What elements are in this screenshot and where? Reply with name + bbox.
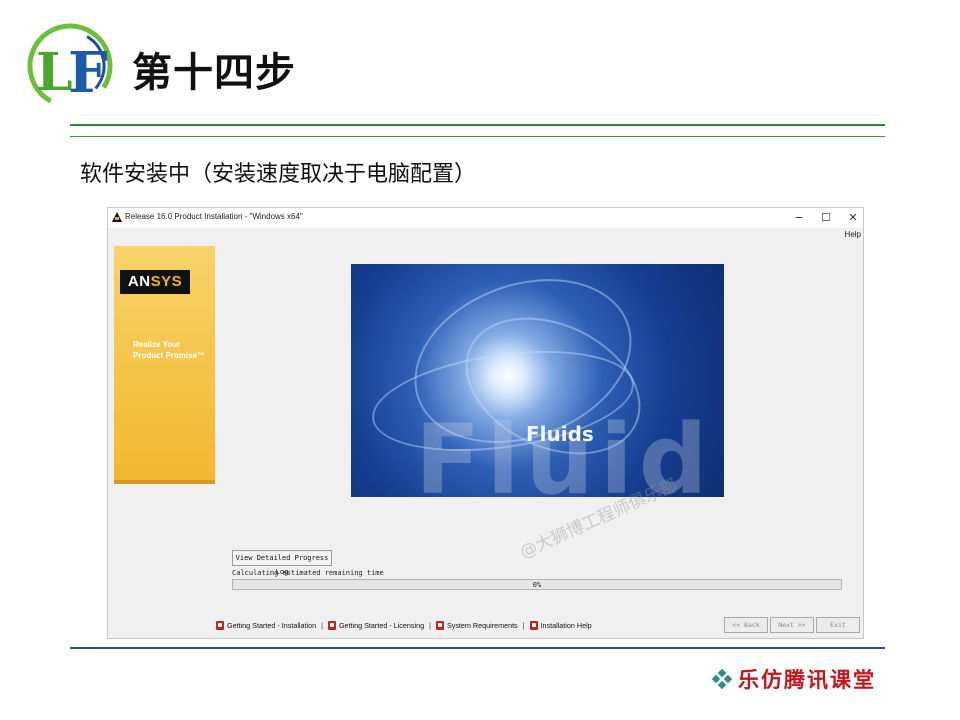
fluids-banner-image: Fluid Fluids — [351, 264, 724, 497]
next-button[interactable]: Next >> — [770, 617, 814, 633]
menu-help[interactable]: Help — [845, 230, 861, 239]
header-divider-thin — [70, 136, 885, 137]
lf-logo: L F — [27, 23, 113, 109]
exit-button[interactable]: Exit — [816, 617, 860, 633]
ansys-side-panel: ANSYS Realize Your Product Promise™ — [114, 246, 215, 484]
ansys-logo-left: AN — [127, 273, 151, 290]
progress-label: 0% — [532, 581, 542, 589]
pdf-icon — [327, 620, 336, 630]
status-text: Calculating estimated remaining time — [232, 569, 384, 577]
link-system-requirements[interactable]: System Requirements — [435, 620, 518, 630]
diamond-cluster-icon — [712, 669, 732, 689]
svg-text:F: F — [68, 40, 108, 106]
side-panel-stripe — [114, 480, 215, 484]
slide-title: 第十四步 — [132, 50, 296, 96]
tagline-line-2: Product Promise™ — [133, 351, 206, 360]
close-button[interactable]: ✕ — [840, 209, 866, 227]
installer-window: Release 16.0 Product Installation - "Win… — [107, 207, 864, 639]
brand-text: 乐仿腾讯课堂 — [738, 667, 876, 692]
view-progress-log-button[interactable]: View Detailed Progress Log — [232, 550, 332, 576]
link-label: Getting Started - Installation — [227, 620, 317, 630]
title-bar[interactable]: Release 16.0 Product Installation - "Win… — [108, 208, 863, 228]
pdf-icon — [529, 620, 538, 630]
pdf-icon — [216, 620, 224, 630]
link-separator: | — [321, 620, 323, 630]
link-getting-started-licensing[interactable]: Getting Started - Licensing — [327, 620, 425, 630]
doc-links: Getting Started - Installation | Getting… — [216, 618, 592, 632]
minimize-button[interactable]: − — [786, 209, 812, 227]
maximize-button[interactable]: ☐ — [813, 209, 839, 227]
ansys-logo-right: SYS — [150, 273, 183, 290]
tagline-line-1: Realize Your — [133, 340, 181, 349]
link-separator: | — [429, 620, 431, 630]
footer-divider — [70, 647, 885, 649]
link-installation-help[interactable]: Installation Help — [529, 620, 592, 630]
header-divider — [70, 124, 885, 126]
window-title: Release 16.0 Product Installation - "Win… — [125, 212, 303, 221]
link-label: Installation Help — [540, 620, 592, 630]
link-label: Getting Started - Licensing — [338, 620, 425, 630]
link-separator: | — [522, 620, 525, 630]
brand: 乐仿腾讯课堂 — [712, 664, 876, 694]
link-getting-started-installation[interactable]: Getting Started - Installation — [216, 620, 317, 630]
ansys-tagline: Realize Your Product Promise™ — [133, 339, 205, 361]
link-label: System Requirements — [446, 620, 518, 630]
back-button[interactable]: << Back — [724, 617, 768, 633]
ansys-logo: ANSYS — [120, 270, 190, 294]
ansys-a-icon — [112, 212, 122, 222]
progress-bar: 0% — [232, 579, 842, 590]
slide-subtitle: 软件安装中（安装速度取决于电脑配置） — [80, 162, 477, 187]
banner-title: Fluids — [526, 422, 594, 446]
pdf-icon — [435, 620, 444, 630]
